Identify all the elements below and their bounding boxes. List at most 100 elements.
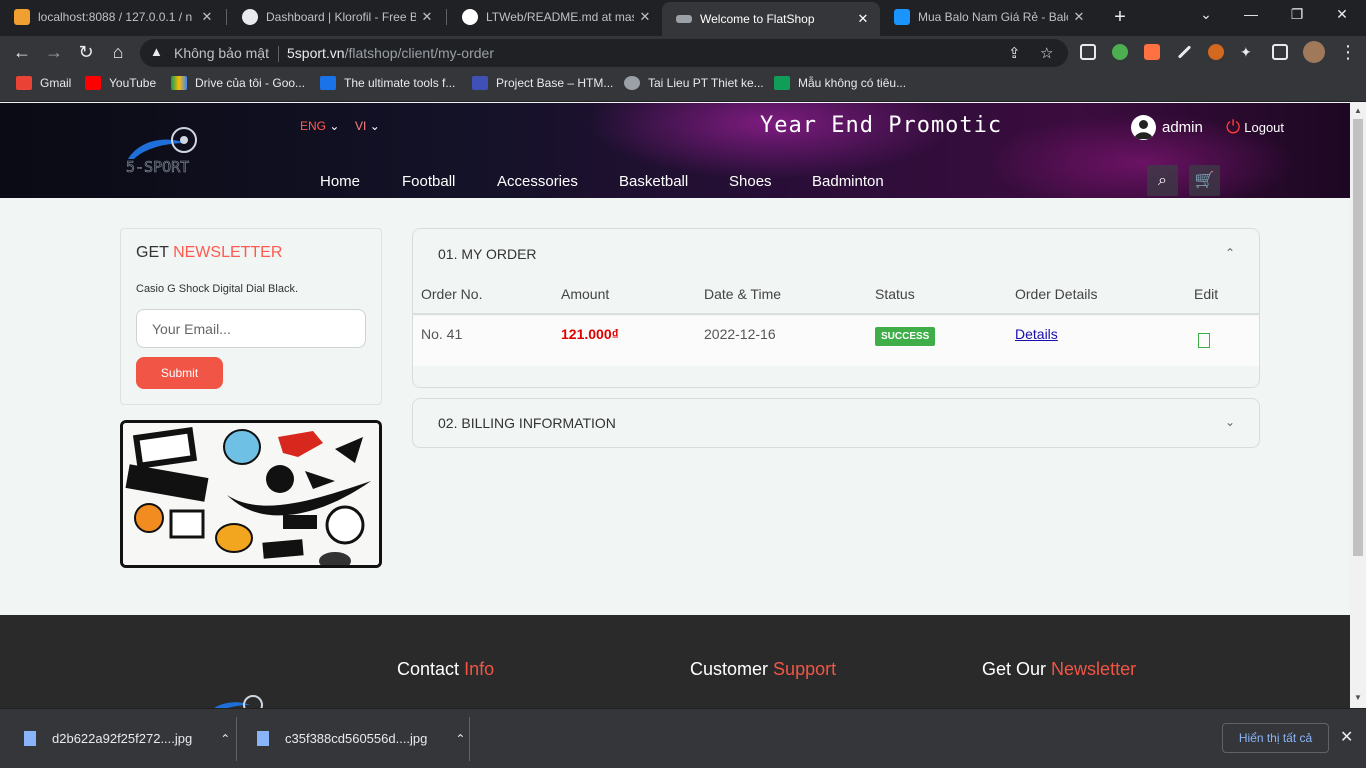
url-text[interactable]: 5sport.vn/flatshop/client/my-order: [287, 45, 494, 61]
table-row: No. 41 121.000₫ 2022-12-16 SUCCESS Detai…: [413, 316, 1259, 366]
user-account[interactable]: admin: [1131, 115, 1203, 140]
site-footer: Contact Info Customer Support Get Our Ne…: [0, 615, 1350, 708]
nav-football[interactable]: Football: [402, 173, 455, 190]
search-icon[interactable]: ⌕: [1147, 165, 1178, 196]
promo-marquee: Year End Promotic: [760, 113, 1003, 138]
profile-avatar[interactable]: [1303, 41, 1325, 63]
scrollbar-thumb[interactable]: [1353, 119, 1363, 556]
bookmark-label: Drive của tôi - Goo...: [195, 76, 306, 90]
my-order-title[interactable]: 01. MY ORDER: [438, 246, 537, 262]
bookmark-tools[interactable]: The ultimate tools f...: [320, 76, 455, 90]
site-logo[interactable]: 5-SPORT: [124, 123, 219, 178]
footer-news-a: Get Our: [982, 659, 1047, 679]
downloads-bar: d2b622a92f25f272....jpg ⌃ c35f388cd56055…: [0, 708, 1366, 768]
image-file-icon: [257, 731, 269, 746]
bookmark-drive[interactable]: Drive của tôi - Goo...: [171, 76, 305, 90]
new-tab-plus-icon[interactable]: +: [1110, 6, 1130, 29]
nav-badminton[interactable]: Badminton: [812, 173, 884, 190]
bookmark-youtube[interactable]: YouTube: [85, 76, 156, 90]
forward-arrow-icon[interactable]: →: [42, 40, 66, 64]
download-item[interactable]: d2b622a92f25f272....jpg ⌃: [24, 731, 230, 746]
download-filename: d2b622a92f25f272....jpg: [52, 731, 193, 746]
tiki-icon: [894, 9, 910, 25]
klorofil-icon: [242, 9, 258, 25]
bookmark-tai-lieu[interactable]: Tai Lieu PT Thiet ke...: [624, 76, 764, 90]
footer-contact-a: Contact: [397, 659, 460, 679]
scroll-up-icon[interactable]: ▲: [1354, 106, 1362, 115]
close-icon[interactable]: ✕: [196, 9, 218, 25]
orders-table-header: Order No. Amount Date & Time Status Orde…: [413, 286, 1259, 315]
close-icon[interactable]: ✕: [634, 9, 656, 25]
newsletter-submit-button[interactable]: Submit: [136, 357, 223, 389]
chevron-down-icon[interactable]: ⌄: [1225, 415, 1235, 429]
bookmark-mau[interactable]: Mẫu không có tiêu...: [774, 76, 906, 90]
tab-flatshop[interactable]: Welcome to FlatShop ✕: [662, 2, 880, 36]
drive-icon: [171, 76, 187, 90]
minimize-icon[interactable]: —: [1241, 6, 1261, 22]
cookie-extension-icon[interactable]: [1208, 44, 1224, 60]
puzzle-extensions-icon[interactable]: ✦: [1240, 44, 1256, 60]
url-path: /flatshop/client/my-order: [344, 45, 494, 61]
tab-phpmyadmin[interactable]: localhost:8088 / 127.0.0.1 / n ✕: [0, 0, 224, 34]
promo-banner-image[interactable]: [120, 420, 382, 568]
tab-search-chevron-icon[interactable]: ⌄: [1196, 6, 1216, 23]
restore-icon[interactable]: ❐: [1287, 6, 1307, 23]
bookmark-project-base[interactable]: Project Base – HTM...: [472, 76, 613, 90]
tab-dashboard[interactable]: Dashboard | Klorofil - Free Bo ✕: [228, 0, 444, 34]
order-details-link[interactable]: Details: [1015, 326, 1058, 342]
tab-tiki[interactable]: Mua Balo Nam Giá Rẻ - Balo ✕: [880, 0, 1096, 34]
page-scrollbar[interactable]: ▲ ▼: [1350, 103, 1366, 708]
home-icon[interactable]: ⌂: [106, 40, 130, 64]
address-bar[interactable]: ▲ Không bảo mật 5sport.vn/flatshop/clien…: [140, 39, 1068, 67]
lebron-sticker: [169, 509, 205, 539]
newsletter-title-b: NEWSLETTER: [173, 244, 283, 261]
sidepanel-icon[interactable]: [1272, 44, 1288, 60]
newsletter-desc: Casio G Shock Digital Dial Black.: [136, 283, 299, 295]
col-order-details: Order Details: [1015, 286, 1098, 302]
close-icon[interactable]: ✕: [416, 9, 438, 25]
gmail-icon: [16, 76, 32, 90]
chevron-up-icon[interactable]: ⌃: [455, 732, 465, 746]
scroll-down-icon[interactable]: ▼: [1354, 693, 1362, 702]
close-icon[interactable]: ✕: [852, 11, 874, 27]
color-extension-icon[interactable]: [1112, 44, 1128, 60]
tab-github[interactable]: LTWeb/README.md at maste ✕: [448, 0, 662, 34]
globe-icon: [624, 76, 640, 90]
site-header: 5-SPORT ENG ⌄ VI ⌄ Year End Promotic adm…: [0, 103, 1350, 198]
pen-extension-icon[interactable]: [1177, 45, 1192, 59]
vscode-extension-icon[interactable]: [1144, 44, 1160, 60]
edit-icon[interactable]: [1198, 333, 1210, 348]
share-icon[interactable]: ⇪: [1008, 44, 1021, 62]
menu-kebab-icon[interactable]: ⋮: [1336, 40, 1360, 64]
bookmark-gmail[interactable]: Gmail: [16, 76, 71, 90]
show-all-downloads-button[interactable]: Hiển thị tất cả: [1222, 723, 1329, 753]
security-label[interactable]: Không bảo mật: [174, 45, 269, 61]
nav-accessories[interactable]: Accessories: [497, 173, 578, 190]
sheets-icon: [774, 76, 790, 90]
warning-triangle-icon[interactable]: ▲: [150, 44, 163, 59]
window-close-icon[interactable]: ✕: [1332, 6, 1352, 23]
close-icon[interactable]: ✕: [1068, 9, 1090, 25]
bookmark-star-icon[interactable]: ☆: [1040, 44, 1053, 62]
download-item[interactable]: c35f388cd560556d....jpg ⌃: [257, 731, 465, 746]
tools-icon: [320, 76, 336, 90]
billing-title[interactable]: 02. BILLING INFORMATION: [438, 415, 616, 431]
chevron-up-icon[interactable]: ⌃: [220, 732, 230, 746]
logout-link[interactable]: ⏻ Logout: [1226, 117, 1284, 138]
lang-eng-dropdown[interactable]: ENG ⌄: [300, 119, 339, 133]
screenshot-extension-icon[interactable]: [1080, 44, 1096, 60]
cart-icon[interactable]: 🛒: [1189, 165, 1220, 196]
nav-shoes[interactable]: Shoes: [729, 173, 772, 190]
newsletter-email-input[interactable]: [136, 309, 366, 348]
lang-vi-label: VI: [355, 119, 367, 133]
nav-basketball[interactable]: Basketball: [619, 173, 688, 190]
reload-icon[interactable]: ↻: [74, 40, 98, 64]
back-arrow-icon[interactable]: ←: [10, 40, 34, 64]
image-file-icon: [24, 731, 36, 746]
nav-home[interactable]: Home: [320, 173, 360, 190]
lang-vi-dropdown[interactable]: VI ⌄: [355, 119, 380, 133]
chevron-up-icon[interactable]: ⌃: [1225, 246, 1235, 260]
youtube-icon: [85, 76, 101, 90]
close-icon[interactable]: ✕: [1340, 727, 1353, 747]
billing-panel[interactable]: 02. BILLING INFORMATION ⌄: [412, 398, 1260, 448]
